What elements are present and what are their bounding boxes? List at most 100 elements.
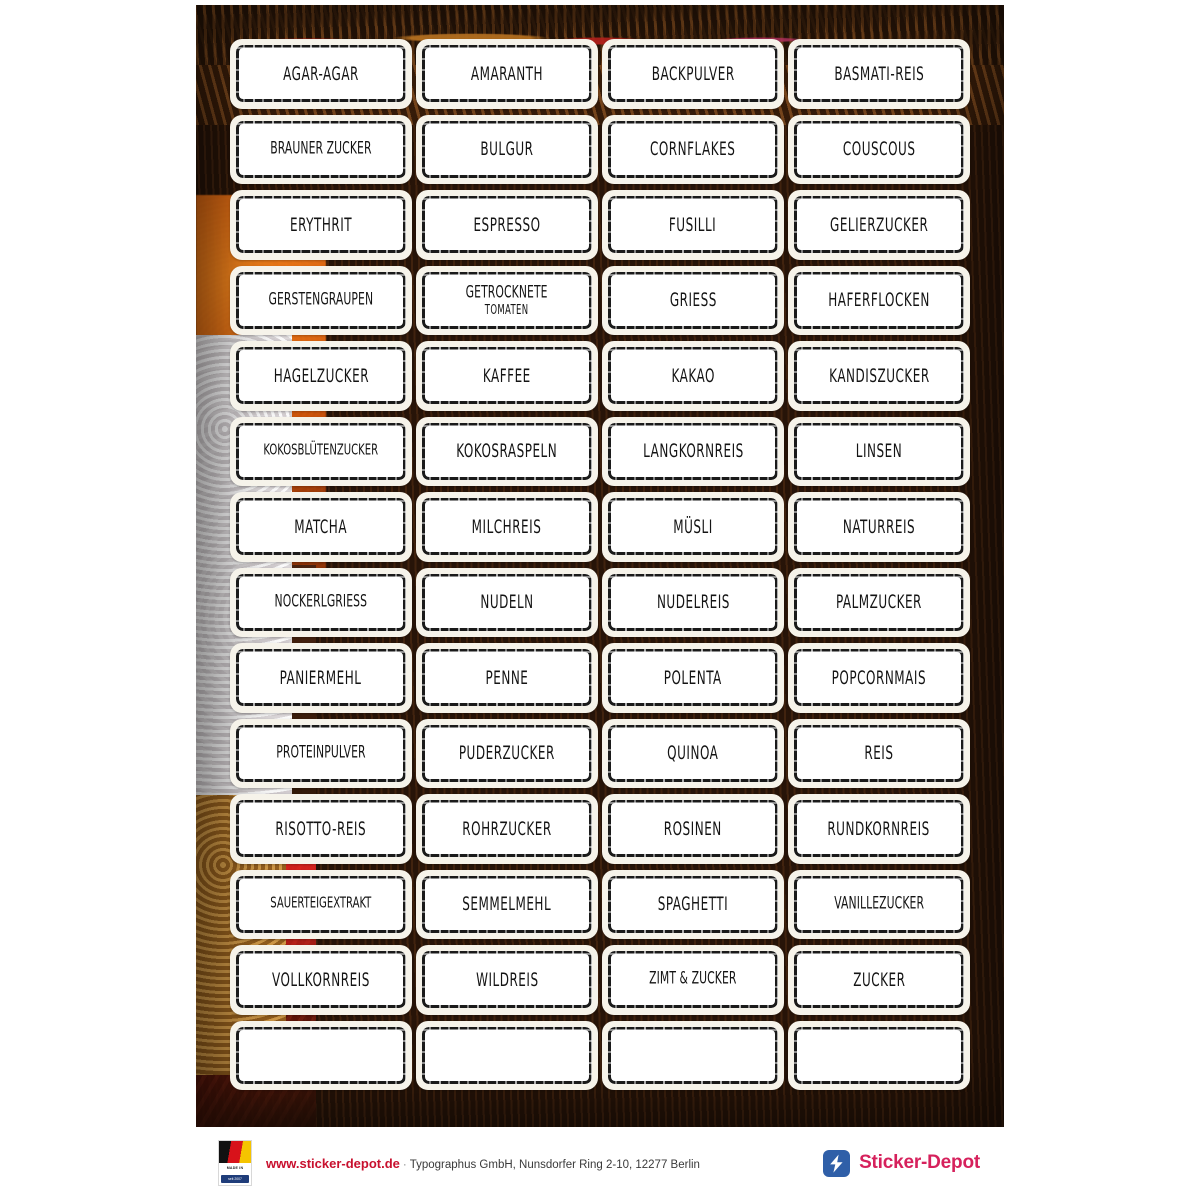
pantry-label: AMARANTH (422, 45, 592, 103)
label-text: LANGKORNREIS (642, 440, 744, 462)
product-preview-page: AGAR-AGAR AMARANTH BACKPULVER BASMATI-REIS B… (0, 0, 1200, 1200)
label-text: PENNE (485, 666, 529, 689)
pantry-label: NOCKERLGRIESS (236, 573, 406, 631)
label-text: HAFERFLOCKEN (828, 289, 930, 311)
label-text: SPAGHETTI (657, 893, 729, 915)
pantry-label: ZUCKER (794, 951, 964, 1009)
pantry-label: KAFFEE (422, 347, 592, 405)
label-slot: COUSCOUS (786, 112, 972, 188)
label-text: NOCKERLGRIESS (274, 592, 368, 612)
website-url[interactable]: www.sticker-depot.de (266, 1156, 400, 1171)
footer-bar: MADE IN GERMANY seit 2007 www.sticker-de… (196, 1131, 1004, 1195)
label-text: KANDISZUCKER (828, 364, 930, 387)
label-text: FUSILLI (669, 213, 717, 236)
label-grid: AGAR-AGAR AMARANTH BACKPULVER BASMATI-REIS B… (228, 36, 972, 1093)
company-address: Typographus GmbH, Nunsdorfer Ring 2-10, … (409, 1158, 700, 1171)
brand-name-text: Sticker-Depot (859, 1152, 980, 1173)
pantry-label: BRAUNER ZUCKER (236, 120, 406, 178)
sticker-sheet: AGAR-AGAR AMARANTH BACKPULVER BASMATI-REIS B… (196, 5, 1004, 1127)
label-slot: GRIESS (600, 263, 786, 339)
label-text: VANILLEZUCKER (834, 894, 924, 914)
label-text: POLENTA (664, 666, 722, 689)
pantry-label: ESPRESSO (422, 196, 592, 254)
label-slot: QUINOA (600, 716, 786, 792)
pantry-label: HAFERFLOCKEN (794, 271, 964, 329)
label-slot: BASMATI-REIS (786, 36, 972, 112)
label-text: NATURREIS (842, 515, 916, 538)
label-text: KAKAO (671, 364, 715, 387)
footer-imprint: www.sticker-depot.de · Typographus GmbH, N… (266, 1156, 700, 1171)
label-text: AMARANTH (470, 62, 544, 85)
label-text: PANIERMEHL (280, 666, 362, 689)
label-text: KOKOSBLÜTENZUCKER (263, 442, 379, 460)
label-text: SAUERTEIGEXTRAKT (270, 895, 372, 913)
brand-logo[interactable]: Sticker-Depot (823, 1149, 980, 1177)
pantry-label: SAUERTEIGEXTRAKT (236, 875, 406, 933)
label-text: PUDERZUCKER (459, 742, 555, 764)
label-slot: ZUCKER (786, 942, 972, 1018)
label-text: GETROCKNETE TOMATEN (466, 282, 548, 317)
label-slot: KAKAO (600, 338, 786, 414)
pantry-label: CORNFLAKES (608, 120, 778, 178)
blank-label (794, 1026, 964, 1084)
pantry-label: QUINOA (608, 724, 778, 782)
label-slot: KANDISZUCKER (786, 338, 972, 414)
label-slot: POLENTA (600, 640, 786, 716)
label-text: QUINOA (667, 742, 719, 764)
label-text: ROHRZUCKER (462, 817, 552, 840)
pantry-label: ERYTHRIT (236, 196, 406, 254)
label-slot: BACKPULVER (600, 36, 786, 112)
pantry-label: KOKOSBLÜTENZUCKER (236, 422, 406, 480)
pantry-label: PENNE (422, 649, 592, 707)
label-slot: GELIERZUCKER (786, 187, 972, 263)
label-text: CORNFLAKES (650, 138, 736, 160)
label-slot: FUSILLI (600, 187, 786, 263)
label-text: RUNDKORNREIS (827, 817, 931, 840)
pantry-label: LANGKORNREIS (608, 422, 778, 480)
label-text: AGAR-AGAR (283, 62, 359, 85)
label-slot: SAUERTEIGEXTRAKT (228, 867, 414, 943)
pantry-label: VANILLEZUCKER (794, 875, 964, 933)
pantry-label: RUNDKORNREIS (794, 800, 964, 858)
label-slot: SEMMELMEHL (414, 867, 600, 943)
label-text: MILCHREIS (472, 515, 542, 538)
label-slot: RUNDKORNREIS (786, 791, 972, 867)
label-slot: ZIMT & ZUCKER (600, 942, 786, 1018)
pantry-label: BACKPULVER (608, 45, 778, 103)
pantry-label: RISOTTO-REIS (236, 800, 406, 858)
label-slot: PROTEINPULVER (228, 716, 414, 792)
pantry-label: NATURREIS (794, 498, 964, 556)
pantry-label: MILCHREIS (422, 498, 592, 556)
label-text: MATCHA (294, 515, 348, 538)
label-text: KAFFEE (483, 364, 531, 387)
blank-label (236, 1026, 406, 1084)
label-text: REIS (864, 742, 894, 764)
label-slot: AGAR-AGAR (228, 36, 414, 112)
pantry-label: KAKAO (608, 347, 778, 405)
label-slot: PANIERMEHL (228, 640, 414, 716)
label-slot: VOLLKORNREIS (228, 942, 414, 1018)
pantry-label: COUSCOUS (794, 120, 964, 178)
lightning-bolt-icon (823, 1149, 851, 1177)
pantry-label: GELIERZUCKER (794, 196, 964, 254)
pantry-label: MÜSLI (608, 498, 778, 556)
pantry-label: PANIERMEHL (236, 649, 406, 707)
label-text: BRAUNER ZUCKER (270, 139, 372, 159)
label-slot: MÜSLI (600, 489, 786, 565)
pantry-label: POLENTA (608, 649, 778, 707)
label-slot: BRAUNER ZUCKER (228, 112, 414, 188)
label-text: PROTEINPULVER (276, 743, 366, 763)
pantry-label: HAGELZUCKER (236, 347, 406, 405)
pantry-label: KOKOSRASPELN (422, 422, 592, 480)
label-slot: ERYTHRIT (228, 187, 414, 263)
label-slot: KOKOSBLÜTENZUCKER (228, 414, 414, 490)
label-slot (600, 1018, 786, 1094)
label-text: WILDREIS (475, 968, 539, 991)
label-slot: LINSEN (786, 414, 972, 490)
label-slot: ROHRZUCKER (414, 791, 600, 867)
pantry-label: PALMZUCKER (794, 573, 964, 631)
label-slot: PUDERZUCKER (414, 716, 600, 792)
pantry-label: ROHRZUCKER (422, 800, 592, 858)
label-slot: NATURREIS (786, 489, 972, 565)
label-slot: WILDREIS (414, 942, 600, 1018)
